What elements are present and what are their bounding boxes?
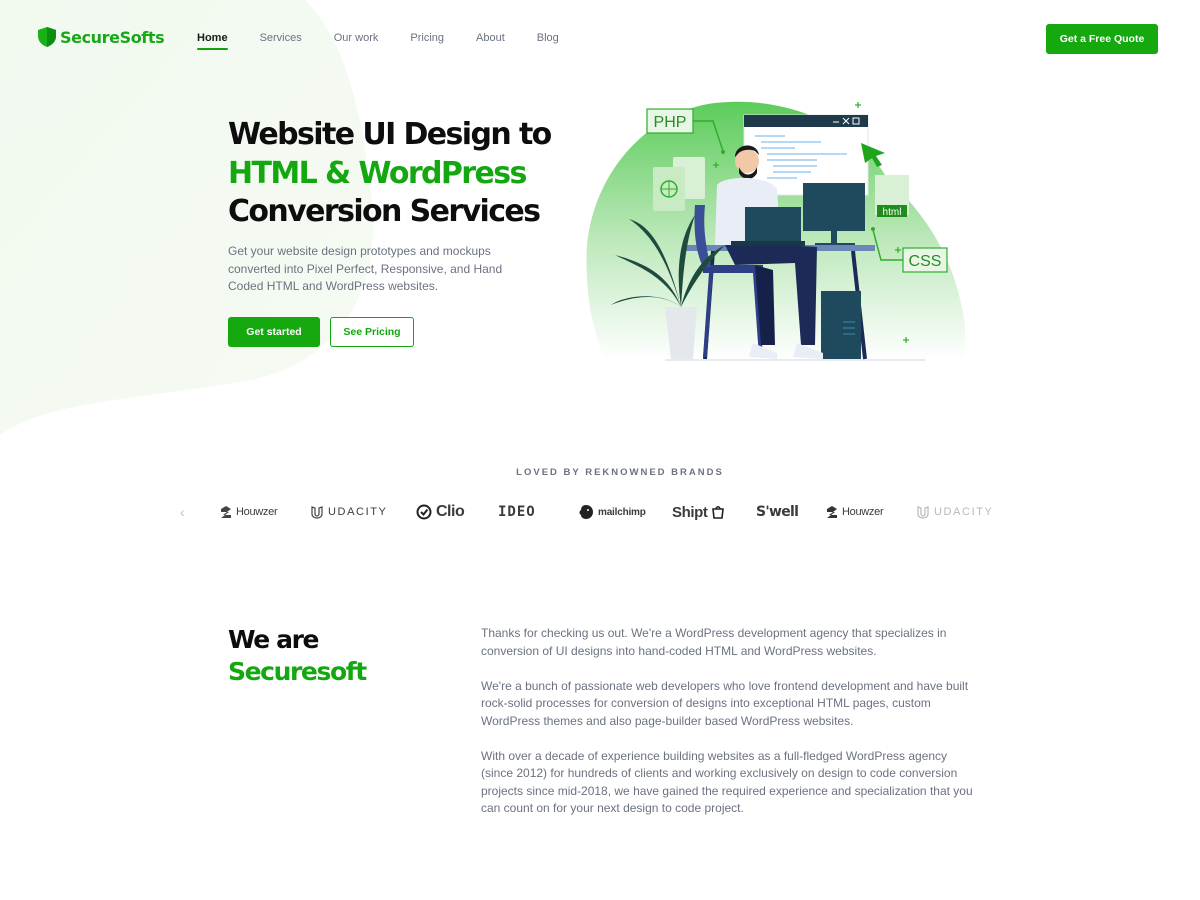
get-started-button[interactable]: Get started bbox=[228, 317, 320, 347]
about-paragraph-3: With over a decade of experience buildin… bbox=[481, 748, 973, 816]
about-paragraph-1: Thanks for checking us out. We're a Word… bbox=[481, 626, 947, 658]
main-nav: Home Services Our work Pricing About Blo… bbox=[197, 32, 591, 50]
css-tag: CSS bbox=[909, 253, 942, 270]
brand-shipt-label: Shipt bbox=[672, 503, 708, 521]
php-tag: PHP bbox=[654, 114, 687, 131]
mailchimp-logo-icon bbox=[579, 505, 593, 519]
clio-logo-icon bbox=[416, 504, 432, 520]
brand-swell: S'well bbox=[756, 500, 799, 524]
brand-udacity: UDACITY bbox=[310, 500, 387, 524]
see-pricing-button[interactable]: See Pricing bbox=[330, 317, 414, 347]
brand-mailchimp: mailchimp bbox=[578, 500, 646, 524]
brand-clio-label: Clio bbox=[436, 503, 465, 520]
about-title: We are Securesoft bbox=[228, 624, 367, 687]
hero-description: Get your website design prototypes and m… bbox=[228, 244, 503, 293]
nav-pricing[interactable]: Pricing bbox=[410, 32, 444, 50]
hero-title-line-3: Conversion Services bbox=[228, 194, 541, 229]
brands-strip: ‹ Houwzer UDACITY Clio IDEO mailchimp Sh… bbox=[178, 500, 998, 524]
logo-text: SecureSofts bbox=[60, 27, 165, 47]
about-title-line-1: We are bbox=[228, 625, 320, 654]
brand-ideo: IDEO bbox=[498, 500, 536, 524]
logo[interactable]: SecureSofts bbox=[38, 27, 165, 47]
brand-swell-label: S'well bbox=[756, 504, 799, 520]
partial-logo-glyph: ‹ bbox=[180, 504, 185, 520]
brands-heading: LOVED BY REKNOWNED BRANDS bbox=[516, 467, 724, 478]
hero-title: Website UI Design to HTML & WordPress Co… bbox=[228, 116, 568, 232]
brand-houwzer-label: Houwzer bbox=[236, 506, 278, 518]
udacity-logo-icon bbox=[311, 506, 323, 519]
site-header: SecureSofts Home Services Our work Prici… bbox=[0, 0, 1200, 78]
shipt-logo-icon bbox=[711, 506, 724, 519]
brand-mailchimp-label: mailchimp bbox=[598, 506, 646, 518]
nav-our-work[interactable]: Our work bbox=[334, 32, 379, 50]
nav-about[interactable]: About bbox=[476, 32, 505, 50]
brand-clio: Clio bbox=[416, 500, 465, 524]
brand-houwzer-2-label: Houwzer bbox=[842, 506, 884, 518]
hero-title-line-2: HTML & WordPress bbox=[228, 155, 527, 191]
houwzer-logo-icon bbox=[827, 506, 837, 518]
about-title-line-2: Securesoft bbox=[228, 656, 367, 686]
hero-title-line-1: Website UI Design to bbox=[228, 117, 552, 152]
brand-udacity-2: UDACITY bbox=[916, 500, 993, 524]
brand-shipt: Shipt bbox=[672, 500, 724, 524]
brand-udacity-label: UDACITY bbox=[328, 506, 388, 518]
nav-blog[interactable]: Blog bbox=[537, 32, 559, 50]
html-tag: html bbox=[883, 207, 902, 218]
brand-ideo-label: IDEO bbox=[498, 504, 536, 520]
udacity-logo-icon bbox=[917, 506, 929, 519]
get-free-quote-button[interactable]: Get a Free Quote bbox=[1046, 24, 1158, 54]
houwzer-logo-icon bbox=[221, 506, 231, 518]
brand-houwzer: Houwzer bbox=[220, 500, 278, 524]
nav-home[interactable]: Home bbox=[197, 32, 228, 50]
brand-udacity-2-label: UDACITY bbox=[934, 506, 994, 518]
brand-houwzer-2: Houwzer bbox=[826, 500, 884, 524]
about-body: Thanks for checking us out. We're a Word… bbox=[481, 625, 981, 835]
developer-at-desk-illustration: PHP html CSS bbox=[586, 101, 965, 361]
shield-icon bbox=[38, 27, 56, 47]
about-paragraph-2: We're a bunch of passionate web develope… bbox=[481, 678, 969, 728]
nav-services[interactable]: Services bbox=[260, 32, 302, 50]
